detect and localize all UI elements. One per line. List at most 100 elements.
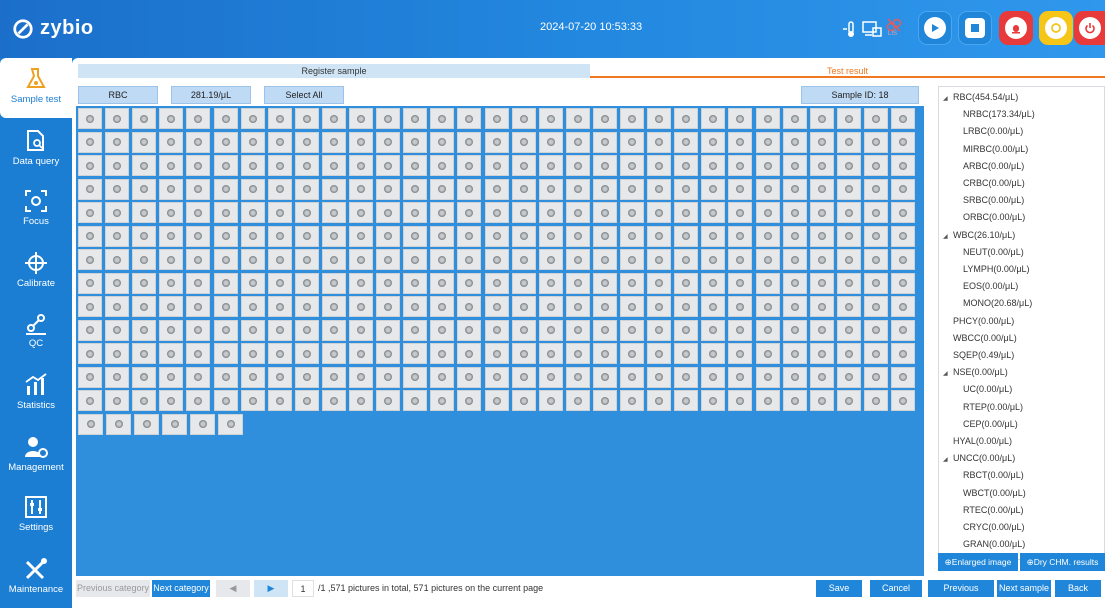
cell-thumbnail[interactable] [701, 225, 726, 247]
cell-thumbnail[interactable] [105, 319, 130, 341]
cell-thumbnail[interactable] [403, 249, 428, 270]
cell-thumbnail[interactable] [186, 202, 211, 223]
cell-thumbnail[interactable] [294, 155, 319, 176]
cell-thumbnail[interactable] [511, 366, 536, 388]
cell-thumbnail[interactable] [891, 108, 915, 129]
cell-thumbnail[interactable] [430, 155, 455, 176]
cell-thumbnail[interactable] [674, 202, 699, 223]
cell-thumbnail[interactable] [620, 272, 644, 294]
cell-thumbnail[interactable] [403, 319, 428, 341]
cell-thumbnail[interactable] [620, 178, 644, 200]
cell-thumbnail[interactable] [430, 225, 455, 247]
tree-subcategory[interactable]: MIRBC(0.00/μL) [963, 141, 1028, 157]
cell-thumbnail[interactable] [376, 249, 401, 270]
sidebar-item-sample-test[interactable]: Sample test [0, 58, 72, 118]
cell-thumbnail[interactable] [809, 155, 834, 176]
cell-thumbnail[interactable] [294, 390, 319, 411]
cell-thumbnail[interactable] [782, 155, 807, 176]
cell-thumbnail[interactable] [728, 319, 753, 341]
cell-thumbnail[interactable] [782, 319, 807, 341]
cell-thumbnail[interactable] [162, 413, 187, 435]
cell-thumbnail[interactable] [403, 178, 428, 200]
cell-thumbnail[interactable] [186, 319, 211, 341]
cell-thumbnail[interactable] [159, 249, 184, 270]
cell-thumbnail[interactable] [511, 225, 536, 247]
cell-thumbnail[interactable] [132, 249, 157, 270]
cell-thumbnail[interactable] [294, 296, 319, 317]
cell-thumbnail[interactable] [701, 296, 726, 317]
cell-thumbnail[interactable] [782, 296, 807, 317]
cell-thumbnail[interactable] [701, 366, 726, 388]
cell-thumbnail[interactable] [782, 390, 807, 411]
cell-thumbnail[interactable] [809, 343, 834, 364]
cell-thumbnail[interactable] [511, 319, 536, 341]
cell-thumbnail[interactable] [863, 249, 888, 270]
cell-thumbnail[interactable] [809, 272, 834, 294]
cell-thumbnail[interactable] [620, 390, 644, 411]
cell-thumbnail[interactable] [565, 343, 590, 364]
cell-thumbnail[interactable] [809, 319, 834, 341]
cell-thumbnail[interactable] [592, 178, 617, 200]
cell-thumbnail[interactable] [267, 272, 292, 294]
cell-thumbnail[interactable] [484, 131, 509, 153]
cell-thumbnail[interactable] [701, 108, 726, 129]
cell-thumbnail[interactable] [321, 131, 346, 153]
cell-thumbnail[interactable] [213, 249, 238, 270]
tree-subcategory[interactable]: ORBC(0.00/μL) [963, 209, 1025, 225]
cell-thumbnail[interactable] [403, 343, 428, 364]
cell-thumbnail[interactable] [809, 202, 834, 223]
cell-thumbnail[interactable] [105, 178, 130, 200]
cell-thumbnail[interactable] [376, 108, 401, 129]
cell-thumbnail[interactable] [620, 108, 644, 129]
cell-thumbnail[interactable] [457, 319, 482, 341]
cell-thumbnail[interactable] [159, 296, 184, 317]
cell-thumbnail[interactable] [511, 343, 536, 364]
previous-category-button[interactable]: Previous category [76, 580, 150, 597]
cell-thumbnail[interactable] [105, 108, 130, 129]
cell-thumbnail[interactable] [701, 319, 726, 341]
cell-thumbnail[interactable] [728, 390, 753, 411]
tree-category[interactable]: ◢ WBC(26.10/μL) [943, 227, 1015, 243]
cell-thumbnail[interactable] [836, 225, 861, 247]
cell-thumbnail[interactable] [78, 296, 102, 317]
cell-thumbnail[interactable] [132, 319, 157, 341]
cell-thumbnail[interactable] [105, 225, 130, 247]
cell-thumbnail[interactable] [674, 155, 699, 176]
back-button[interactable]: Back [1055, 580, 1101, 597]
cell-thumbnail[interactable] [728, 202, 753, 223]
dry-chm-results-button[interactable]: ⊕Dry CHM. results [1020, 553, 1105, 571]
cell-thumbnail[interactable] [106, 413, 131, 435]
next-sample-button[interactable]: Next sample [997, 580, 1051, 597]
cell-thumbnail[interactable] [863, 272, 888, 294]
cell-thumbnail[interactable] [647, 131, 672, 153]
cell-thumbnail[interactable] [538, 272, 563, 294]
cell-thumbnail[interactable] [240, 272, 265, 294]
cell-thumbnail[interactable] [565, 296, 590, 317]
cell-thumbnail[interactable] [538, 390, 563, 411]
cell-thumbnail[interactable] [836, 178, 861, 200]
cell-thumbnail[interactable] [538, 108, 563, 129]
cell-thumbnail[interactable] [755, 319, 780, 341]
cell-thumbnail[interactable] [186, 225, 211, 247]
cell-thumbnail[interactable] [592, 249, 617, 270]
alarm-button[interactable] [999, 11, 1033, 45]
cell-thumbnail[interactable] [159, 343, 184, 364]
cell-thumbnail[interactable] [105, 296, 130, 317]
cell-thumbnail[interactable] [592, 366, 617, 388]
tree-subcategory[interactable]: NRBC(173.34/μL) [963, 106, 1035, 122]
tree-subcategory[interactable]: CRYC(0.00/μL) [963, 519, 1025, 535]
cell-thumbnail[interactable] [430, 296, 455, 317]
cell-thumbnail[interactable] [836, 366, 861, 388]
cell-thumbnail[interactable] [430, 249, 455, 270]
cell-thumbnail[interactable] [321, 155, 346, 176]
sidebar-item-maintenance[interactable]: Maintenance [0, 548, 72, 608]
cell-thumbnail[interactable] [755, 343, 780, 364]
cell-thumbnail[interactable] [349, 202, 373, 223]
tree-subcategory[interactable]: LRBC(0.00/μL) [963, 123, 1023, 139]
cell-thumbnail[interactable] [891, 225, 915, 247]
cell-thumbnail[interactable] [538, 225, 563, 247]
cell-thumbnail[interactable] [620, 296, 644, 317]
cell-thumbnail[interactable] [240, 390, 265, 411]
tree-subcategory[interactable]: WBCT(0.00/μL) [963, 485, 1026, 501]
cell-thumbnail[interactable] [218, 413, 243, 435]
